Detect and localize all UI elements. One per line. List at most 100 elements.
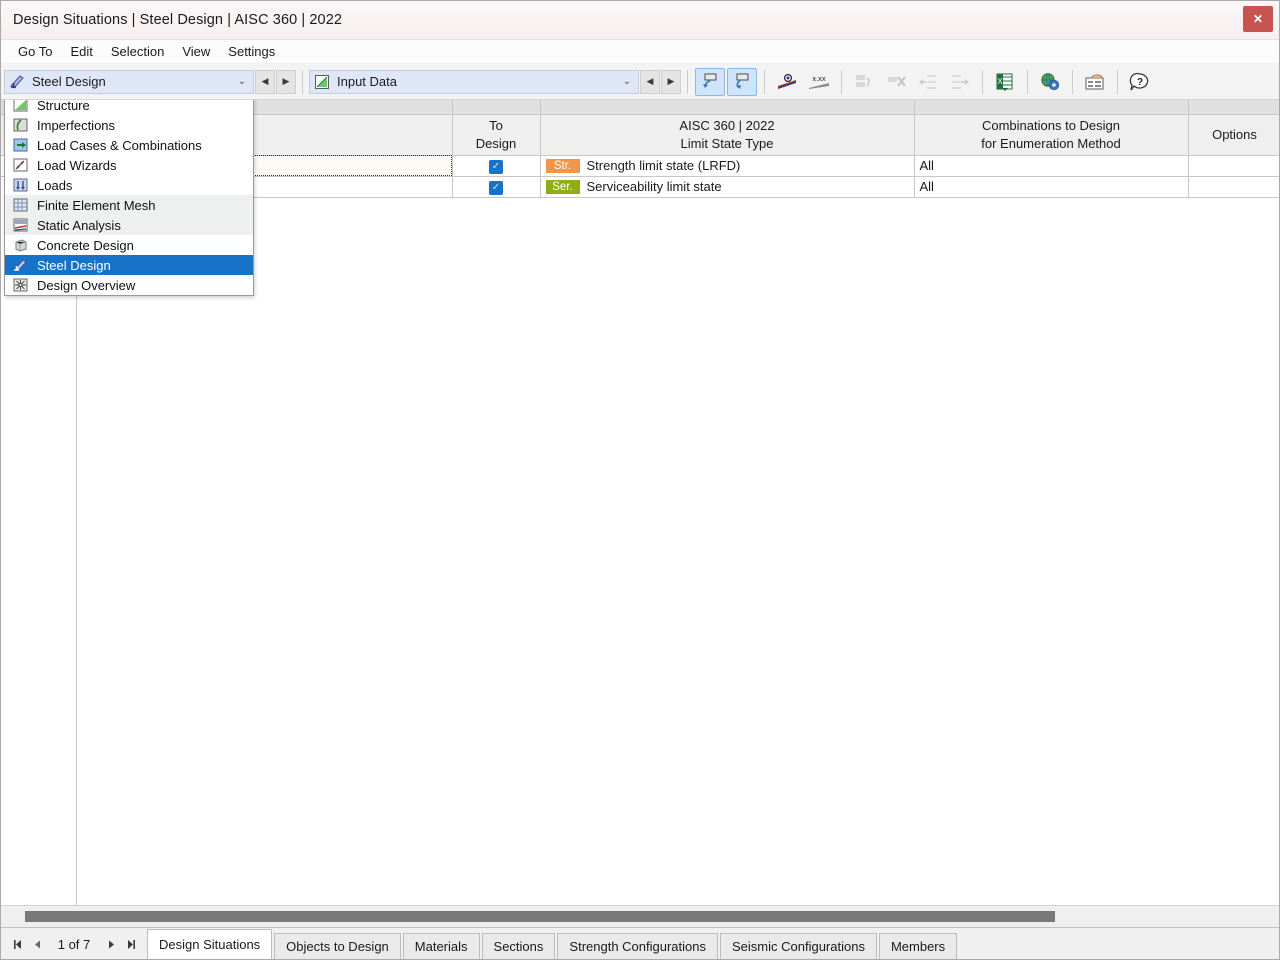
status-badge: Str. (545, 158, 580, 173)
limit-state-label: Strength limit state (LRFD) (586, 158, 741, 173)
print-preview-button[interactable] (1080, 68, 1110, 96)
globe-settings-button[interactable] (1035, 68, 1065, 96)
column-header-combinations[interactable]: Combinations to Design for Enumeration M… (914, 114, 1189, 156)
data-table-area: 7 | 2022 ituation Type To Design AISC 36… (1, 100, 1279, 905)
cell-options[interactable] (1188, 176, 1279, 198)
header-line-top: Combinations to Design (981, 117, 1121, 133)
cell-to-design[interactable]: ✓ (452, 176, 541, 198)
header-line-bottom: for Enumeration Method (981, 135, 1121, 151)
menu-edit[interactable]: Edit (61, 41, 101, 62)
concrete-design-icon (11, 237, 29, 253)
menu-settings[interactable]: Settings (219, 41, 284, 62)
dropdown-item-static-analysis[interactable]: Static Analysis (5, 215, 253, 235)
dropdown-item-concrete-design[interactable]: Concrete Design (5, 235, 253, 255)
dropdown-item-label: Steel Design (37, 257, 111, 273)
column-header-options[interactable]: Options (1188, 114, 1279, 156)
cell-combinations[interactable]: All (914, 155, 1189, 177)
last-record-button[interactable] (121, 933, 141, 955)
view-prev-button[interactable]: ◀ (640, 69, 660, 94)
steel-design-icon (9, 74, 25, 90)
dropdown-item-label: Structure (37, 100, 90, 113)
header-line-bottom: Limit State Type (680, 135, 774, 151)
menu-view[interactable]: View (173, 41, 219, 62)
view-combo-value: Input Data (337, 74, 397, 89)
tab-materials[interactable]: Materials (402, 933, 480, 959)
next-record-button[interactable] (101, 933, 121, 955)
move-row-right-button[interactable] (945, 68, 975, 96)
toolbar-divider (1027, 69, 1028, 94)
fe-mesh-icon (11, 197, 29, 213)
dropdown-item-finite-element-mesh[interactable]: Finite Element Mesh (5, 195, 253, 215)
visibility-eye-button[interactable] (772, 68, 802, 96)
dropdown-item-label: Static Analysis (37, 217, 121, 233)
status-badge: Ser. (545, 179, 580, 194)
previous-record-button[interactable] (27, 933, 47, 955)
cell-limit-state-type[interactable]: Ser. Serviceability limit state (540, 176, 915, 198)
close-icon: ✕ (1252, 12, 1264, 26)
header-line-top: To (489, 117, 503, 133)
tab-seismic-configurations[interactable]: Seismic Configurations (720, 933, 877, 959)
tab-sections[interactable]: Sections (481, 933, 556, 959)
decimal-places-button[interactable]: x.xx (804, 68, 834, 96)
tab-strength-configurations[interactable]: Strength Configurations (557, 933, 718, 959)
dropdown-item-load-cases-combinations[interactable]: Load Cases & Combinations (5, 135, 253, 155)
view-next-button[interactable]: ▶ (661, 69, 681, 94)
cell-to-design[interactable]: ✓ (452, 155, 541, 177)
dropdown-item-imperfections[interactable]: Imperfections (5, 115, 253, 135)
menu-selection[interactable]: Selection (102, 41, 173, 62)
first-record-button[interactable] (7, 933, 27, 955)
export-excel-button[interactable]: X (990, 68, 1020, 96)
column-header-to-design[interactable]: To Design (452, 114, 541, 156)
column-header-limit-state-type[interactable]: AISC 360 | 2022 Limit State Type (540, 114, 915, 156)
toolbar-divider (687, 69, 688, 94)
group-cell (452, 100, 541, 115)
move-row-left-button[interactable] (913, 68, 943, 96)
structure-icon (11, 100, 29, 113)
static-analysis-icon (11, 217, 29, 233)
cell-combinations[interactable]: All (914, 176, 1189, 198)
steel-design-icon (11, 257, 29, 273)
menu-go-to[interactable]: Go To (9, 41, 61, 62)
bottom-tab-bar: 1 of 7 Design Situations Objects to Desi… (1, 927, 1279, 959)
insert-row-above-button[interactable] (695, 67, 725, 96)
module-combo-box[interactable]: Steel Design ⌄ (4, 69, 254, 94)
delete-row-button[interactable] (881, 68, 911, 96)
dropdown-item-load-wizards[interactable]: Load Wizards (5, 155, 253, 175)
toolbar-divider (1072, 69, 1073, 94)
close-button[interactable]: ✕ (1243, 6, 1273, 32)
load-wizards-icon (11, 157, 29, 173)
module-dropdown-list[interactable]: Structure Imperfections Load Cases & Com… (4, 100, 254, 296)
cell-options[interactable] (1188, 155, 1279, 177)
module-combo-value: Steel Design (32, 74, 106, 89)
load-cases-icon (11, 137, 29, 153)
toolbar-divider (1117, 69, 1118, 94)
help-button[interactable]: ? (1125, 68, 1155, 96)
to-design-checkbox[interactable]: ✓ (489, 181, 503, 195)
tab-objects-to-design[interactable]: Objects to Design (274, 933, 401, 959)
limit-state-label: Serviceability limit state (586, 179, 722, 194)
scrollbar-thumb[interactable] (25, 911, 1055, 922)
dropdown-item-label: Finite Element Mesh (37, 197, 156, 213)
to-design-checkbox[interactable]: ✓ (489, 160, 503, 174)
scrollbar-track[interactable] (7, 911, 1273, 922)
toolbar-divider (764, 69, 765, 94)
dropdown-item-loads[interactable]: Loads (5, 175, 253, 195)
horizontal-scrollbar[interactable] (1, 905, 1279, 927)
dropdown-item-design-overview[interactable]: Design Overview (5, 275, 253, 295)
insert-row-below-button[interactable] (727, 67, 757, 96)
tab-design-situations[interactable]: Design Situations (147, 929, 273, 959)
view-combo-box[interactable]: Input Data ⌄ (309, 69, 639, 94)
dropdown-item-steel-design[interactable]: Steel Design (5, 255, 253, 275)
record-pager: 1 of 7 (5, 929, 147, 959)
group-cell (914, 100, 1189, 115)
duplicate-row-button[interactable] (849, 68, 879, 96)
module-next-button[interactable]: ▶ (276, 69, 296, 94)
imperfections-icon (11, 117, 29, 133)
module-prev-button[interactable]: ◀ (255, 69, 275, 94)
cell-limit-state-type[interactable]: Str. Strength limit state (LRFD) (540, 155, 915, 177)
header-line-top: AISC 360 | 2022 (679, 117, 775, 133)
tab-members[interactable]: Members (878, 933, 958, 959)
svg-text:X: X (997, 77, 1003, 86)
dropdown-item-structure[interactable]: Structure (5, 100, 253, 115)
design-overview-icon (11, 277, 29, 293)
